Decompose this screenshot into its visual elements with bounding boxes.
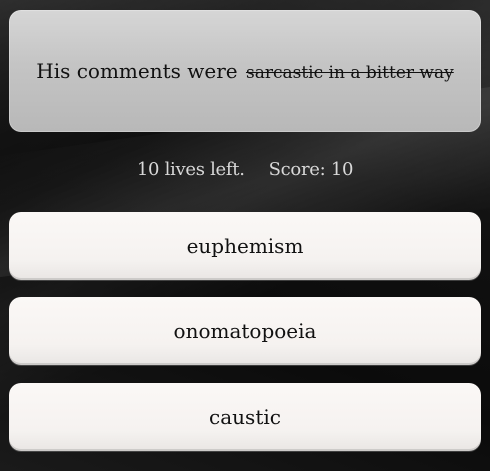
lives-counter: 10 lives left. — [136, 158, 245, 180]
answer-button-3[interactable]: caustic — [9, 383, 481, 451]
question-card: His comments were sarcastic in a bitter … — [9, 10, 481, 132]
score-counter: Score: 10 — [268, 158, 354, 180]
answer-button-2[interactable]: onomatopoeia — [9, 297, 481, 365]
status-row: 10 lives left. Score: 10 — [0, 155, 490, 183]
question-struck-definition: sarcastic in a bitter way — [245, 63, 454, 83]
question-text: His comments were sarcastic in a bitter … — [36, 59, 453, 83]
answer-button-1[interactable]: euphemism — [9, 212, 481, 280]
question-prefix: His comments were — [36, 59, 238, 83]
